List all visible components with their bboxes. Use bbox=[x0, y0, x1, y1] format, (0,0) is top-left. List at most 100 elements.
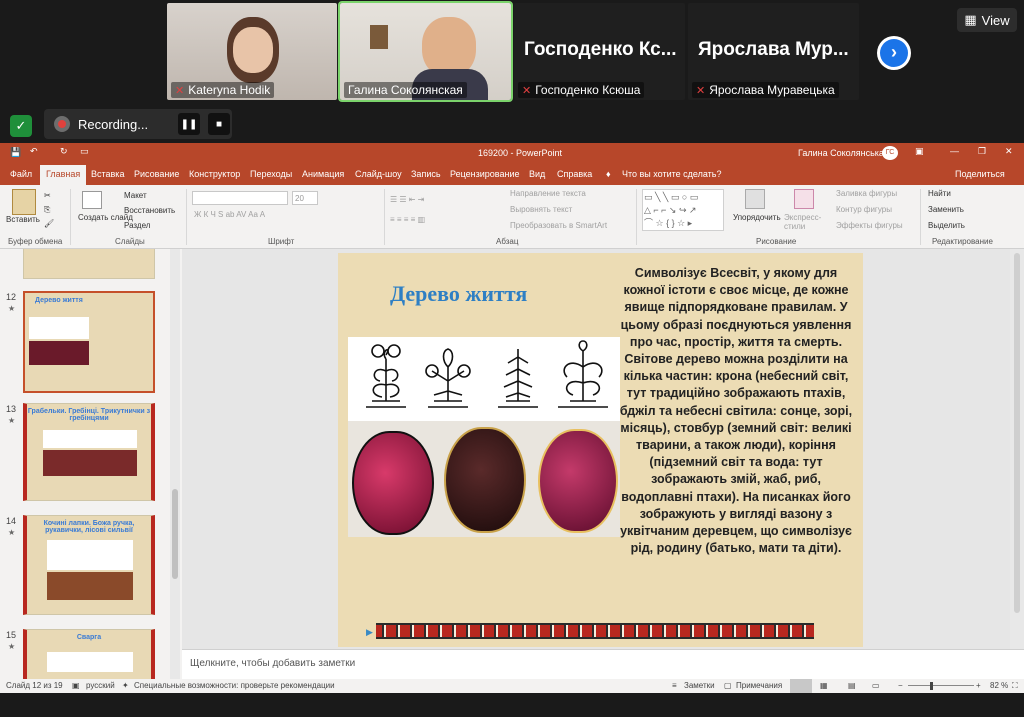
cut-icon[interactable]: ✂ bbox=[44, 191, 51, 200]
save-icon[interactable]: 💾 bbox=[10, 147, 21, 158]
comments-icon[interactable]: ▢ bbox=[724, 681, 732, 690]
paste-icon[interactable] bbox=[12, 189, 36, 215]
view-button[interactable]: ▦ View bbox=[957, 8, 1017, 32]
notes-icon[interactable]: ≡ bbox=[672, 681, 677, 690]
slideshow-button[interactable]: ▭ bbox=[872, 681, 880, 690]
ribbon-tabs: Файл Главная Вставка Рисование Конструкт… bbox=[0, 163, 1024, 185]
arrange-icon[interactable] bbox=[745, 189, 765, 209]
accessibility-icon[interactable]: ✦ bbox=[122, 681, 129, 690]
minimize-icon[interactable]: — bbox=[950, 146, 959, 156]
tell-me-search[interactable]: Что вы хотите сделать? bbox=[622, 169, 722, 179]
close-icon[interactable]: ✕ bbox=[1005, 146, 1013, 157]
slide-sorter-button[interactable]: ▦ bbox=[820, 681, 828, 690]
zoom-slider-thumb[interactable] bbox=[930, 682, 933, 690]
text-direction-button[interactable]: Направление текста bbox=[510, 189, 586, 198]
zoom-level[interactable]: 82 % bbox=[990, 681, 1008, 690]
participant-tile-kateryna[interactable]: ✕ Kateryna Hodik bbox=[167, 3, 337, 100]
pause-recording-button[interactable]: ❚❚ bbox=[178, 113, 200, 135]
slide-thumbnail-13[interactable]: Грабельки. Гребінці. Трикутнички з гребі… bbox=[23, 403, 155, 501]
tab-view[interactable]: Вид bbox=[529, 169, 545, 179]
list-buttons[interactable]: ☰ ☰ ⇤ ⇥ bbox=[390, 195, 424, 204]
slide-thumbnail-12[interactable]: Дерево життя bbox=[23, 291, 155, 393]
tree-of-life-drawings-image[interactable] bbox=[348, 337, 620, 421]
accessibility-status[interactable]: Специальные возможности: проверьте реком… bbox=[134, 681, 335, 690]
language-indicator[interactable]: русский bbox=[86, 681, 115, 690]
scrollbar-thumb[interactable] bbox=[172, 489, 178, 579]
tab-file[interactable]: Файл bbox=[10, 169, 32, 179]
undo-icon[interactable]: ↶ bbox=[30, 146, 38, 157]
scrollbar-thumb[interactable] bbox=[1014, 253, 1020, 613]
paste-button[interactable]: Вставить bbox=[6, 215, 40, 224]
tab-slideshow[interactable]: Слайд-шоу bbox=[355, 169, 402, 179]
shape-effects-button[interactable]: Эффекты фигуры bbox=[836, 221, 903, 230]
security-shield-icon[interactable]: ✓ bbox=[10, 115, 32, 137]
arrange-button[interactable]: Упорядочить bbox=[733, 213, 781, 222]
ribbon-display-icon[interactable]: ▣ bbox=[915, 146, 924, 157]
group-label-clipboard: Буфер обмена bbox=[8, 237, 63, 246]
share-button[interactable]: Поделиться bbox=[955, 169, 1005, 179]
reading-view-button[interactable]: ▤ bbox=[848, 681, 856, 690]
tab-transitions[interactable]: Переходы bbox=[250, 169, 292, 179]
shape-outline-button[interactable]: Контур фигуры bbox=[836, 205, 892, 214]
layout-button[interactable]: Макет bbox=[124, 191, 147, 200]
shape-fill-button[interactable]: Заливка фигуры bbox=[836, 189, 897, 198]
zoom-out-button[interactable]: − bbox=[898, 681, 903, 690]
tab-animations[interactable]: Анимация bbox=[302, 169, 344, 179]
stop-recording-button[interactable]: ■ bbox=[208, 113, 230, 135]
thumbnails-scrollbar[interactable] bbox=[170, 249, 180, 679]
zoom-slider[interactable] bbox=[908, 685, 974, 686]
fit-to-window-icon[interactable]: ⛶ bbox=[1012, 681, 1018, 691]
zoom-participant-strip: ✕ Kateryna Hodik Галина Соколянская Госпо… bbox=[0, 0, 1024, 143]
notes-toggle-button[interactable]: Заметки bbox=[684, 681, 715, 690]
reset-button[interactable]: Восстановить bbox=[124, 206, 175, 215]
thumbnail-title: Грабельки. Гребінці. Трикутнички з гребі… bbox=[27, 408, 151, 422]
slide-thumbnail-14[interactable]: Кочині лапки. Божа ручка, рукавички, ліс… bbox=[23, 515, 155, 615]
maximize-icon[interactable]: ❐ bbox=[978, 146, 986, 157]
slide-thumbnail-11[interactable] bbox=[23, 249, 155, 279]
present-icon[interactable]: ▭ bbox=[80, 146, 89, 157]
participant-tile-yaroslava[interactable]: Ярослава Мур... ✕ Ярослава Муравецька bbox=[688, 3, 859, 100]
quick-styles-icon[interactable] bbox=[794, 189, 814, 209]
format-painter-icon[interactable]: 🖌 bbox=[44, 219, 54, 228]
slide-thumbnail-15[interactable]: Сварга bbox=[23, 629, 155, 679]
tab-design[interactable]: Конструктор bbox=[189, 169, 240, 179]
tree-drawings-svg bbox=[366, 340, 608, 408]
normal-view-button[interactable] bbox=[790, 679, 812, 693]
font-name-box[interactable] bbox=[192, 191, 288, 205]
align-text-button[interactable]: Выровнять текст bbox=[510, 205, 572, 214]
section-button[interactable]: Раздел bbox=[124, 221, 150, 230]
align-buttons[interactable]: ≡ ≡ ≡ ≡ ▥ bbox=[390, 215, 425, 224]
replace-button[interactable]: Заменить bbox=[928, 205, 964, 214]
font-format-buttons[interactable]: Ж К Ч S ab AV Aa A bbox=[194, 210, 265, 219]
slide-scrollbar[interactable] bbox=[1010, 249, 1024, 649]
slide-title[interactable]: Дерево життя bbox=[390, 281, 527, 307]
participant-tile-galyna[interactable]: Галина Соколянская bbox=[338, 1, 513, 102]
smartart-button[interactable]: Преобразовать в SmartArt bbox=[510, 221, 607, 230]
find-button[interactable]: Найти bbox=[928, 189, 951, 198]
tab-insert[interactable]: Вставка bbox=[91, 169, 124, 179]
current-slide[interactable]: Дерево життя Символізує Всесвіт, у якому… bbox=[338, 253, 863, 647]
notes-placeholder[interactable]: Щелкните, чтобы добавить заметки bbox=[190, 658, 355, 669]
spellcheck-icon[interactable]: ▣ bbox=[72, 681, 80, 690]
pysanka-egg-1 bbox=[352, 431, 434, 535]
notes-pane[interactable]: Щелкните, чтобы добавить заметки bbox=[182, 649, 1024, 679]
shapes-gallery[interactable]: ▭ ╲ ╲ ▭ ○ ▭ △ ⌐ ⌐ ↘ ↪ ↗ ⌒ ☆ { } ☆ ▸ bbox=[642, 189, 724, 231]
tab-home[interactable]: Главная bbox=[40, 165, 87, 185]
participant-tile-gospodenko[interactable]: Господенко Кс... ✕ Господенко Ксюша bbox=[514, 3, 685, 100]
new-slide-icon[interactable] bbox=[82, 191, 102, 209]
comments-toggle-button[interactable]: Примечания bbox=[736, 681, 782, 690]
slide-body-text[interactable]: Символізує Всесвіт, у якому для кожної і… bbox=[616, 265, 856, 557]
zoom-in-button[interactable]: + bbox=[976, 681, 981, 690]
user-avatar[interactable]: ГС bbox=[882, 146, 898, 160]
tab-review[interactable]: Рецензирование bbox=[450, 169, 520, 179]
pysanky-eggs-image[interactable] bbox=[348, 421, 620, 537]
tab-draw[interactable]: Рисование bbox=[134, 169, 179, 179]
tab-record[interactable]: Запись bbox=[411, 169, 441, 179]
select-button[interactable]: Выделить bbox=[928, 221, 965, 230]
font-size-box[interactable]: 20 bbox=[292, 191, 318, 205]
quick-styles-button[interactable]: Экспресс-стили bbox=[784, 213, 824, 231]
redo-icon[interactable]: ↻ bbox=[60, 146, 68, 157]
copy-icon[interactable]: ⎘ bbox=[44, 205, 50, 215]
next-participants-button[interactable]: › bbox=[877, 36, 911, 70]
tab-help[interactable]: Справка bbox=[557, 169, 592, 179]
